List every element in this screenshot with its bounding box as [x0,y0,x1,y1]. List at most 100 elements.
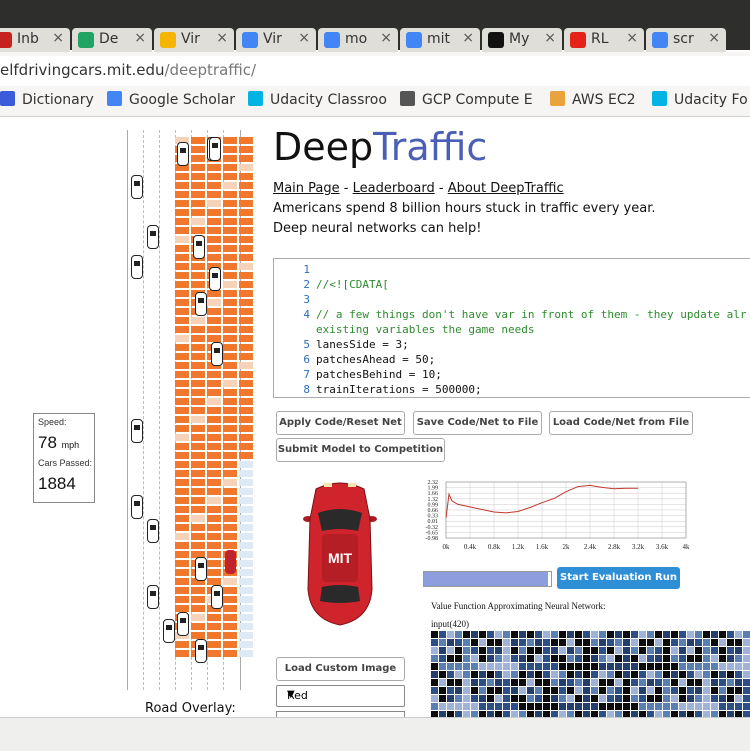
patch-cell [175,479,189,486]
code-line[interactable]: patchesAhead = 50; [316,353,435,366]
nn-neuron [471,703,478,710]
url-text[interactable]: elfdrivingcars.mit.edu/deeptraffic/ [0,61,256,79]
nn-neuron [727,679,734,686]
leaderboard-link[interactable]: Leaderboard [353,181,435,196]
car-image: MIT [303,482,377,626]
traffic-car [131,495,143,519]
patch-cell [175,362,189,369]
apply-code-button[interactable]: Apply Code/Reset Net [276,411,405,435]
browser-tab[interactable]: scr × [646,28,726,52]
patch-cell [175,182,189,189]
patch-cell [223,317,237,324]
nn-neuron [479,703,486,710]
browser-tab[interactable]: Inb × [0,28,70,52]
close-icon[interactable]: × [708,30,720,46]
nn-neuron [631,655,638,662]
nn-neuron [663,703,670,710]
code-line[interactable]: trainIterations = 500000; [316,383,482,396]
nn-neuron [735,671,742,678]
y-tick-label: -0.98 [426,536,439,542]
patch-cell [191,272,205,279]
code-line[interactable]: lanesSide = 3; [316,338,409,351]
code-line[interactable]: existing variables the game needs [316,323,535,336]
nn-neuron [631,695,638,702]
close-icon[interactable]: × [544,30,556,46]
nn-neuron [487,663,494,670]
patch-cell [175,344,189,351]
close-icon[interactable]: × [626,30,638,46]
nn-neuron [543,671,550,678]
nn-neuron [719,655,726,662]
about-link[interactable]: About DeepTraffic [448,181,564,196]
tab-title: Inb [17,31,39,47]
browser-tab[interactable]: My × [482,28,562,52]
close-icon[interactable]: × [380,30,392,46]
browser-tab[interactable]: mit × [400,28,480,52]
nn-neuron [479,655,486,662]
code-editor[interactable]: 1 2 //<![CDATA[3 4 // a few things don't hav… [273,258,750,398]
nn-neuron [495,631,502,638]
bookmark-item[interactable]: GCP Compute E [400,91,533,108]
patch-cell [175,218,189,225]
url-field[interactable]: elfdrivingcars.mit.edu/deeptraffic/ [0,56,750,86]
browser-tab[interactable]: Vir × [236,28,316,52]
load-code-button[interactable]: Load Code/Net from File [549,411,693,435]
google-search-icon [324,32,340,48]
bookmark-item[interactable]: Udacity Classroo [248,91,387,108]
nn-neuron [583,631,590,638]
nn-neuron [663,679,670,686]
close-icon[interactable]: × [52,30,64,46]
bookmark-item[interactable]: Udacity Fo [652,91,748,108]
patch-cell [239,245,253,252]
browser-tab[interactable]: mo × [318,28,398,52]
nn-neuron [631,663,638,670]
start-evaluation-button[interactable]: Start Evaluation Run [557,567,680,589]
patch-cell [223,146,237,153]
save-code-button[interactable]: Save Code/Net to File [413,411,542,435]
nn-neuron [583,671,590,678]
patch-cell [239,587,253,594]
close-icon[interactable]: × [462,30,474,46]
medium-icon [488,32,504,48]
patch-cell [223,236,237,243]
nn-neuron [623,703,630,710]
cars-passed-label: Cars Passed: [38,458,93,468]
bookmark-item[interactable]: AWS EC2 [550,91,636,108]
slides-icon [160,32,176,48]
nn-neuron [615,647,622,654]
car-color-select[interactable]: Red ▼ [276,685,405,707]
nn-neuron [535,687,542,694]
speed-unit: mph [61,440,80,450]
code-line[interactable]: // a few things don't have var in front … [316,308,746,321]
traffic-car [209,267,221,291]
nn-neuron [615,671,622,678]
nn-neuron [463,663,470,670]
patch-cell [223,182,237,189]
traffic-car [177,142,189,166]
nn-neuron [431,687,438,694]
close-icon[interactable]: × [298,30,310,46]
nn-neuron [663,655,670,662]
browser-tab[interactable]: RL × [564,28,644,52]
patch-cell [191,281,205,288]
browser-tab-bar: Inb × De × Vir × Vir × mo × mit × My × RL × scr × [0,0,750,52]
nn-neuron [575,679,582,686]
close-icon[interactable]: × [134,30,146,46]
browser-tab[interactable]: De × [72,28,152,52]
patch-cell [175,560,189,567]
patch-cell [175,191,189,198]
nn-neuron [599,639,606,646]
code-line[interactable]: //<![CDATA[ [316,278,389,291]
bookmark-item[interactable]: Dictionary [0,91,94,108]
submit-model-button[interactable]: Submit Model to Competition [276,438,445,462]
nn-neuron [575,631,582,638]
url-host: elfdrivingcars.mit.edu [0,61,165,79]
nn-neuron [431,655,438,662]
load-custom-image-button[interactable]: Load Custom Image [276,657,405,681]
x-tick-label: 4k [683,543,691,551]
main-page-link[interactable]: Main Page [273,181,340,196]
close-icon[interactable]: × [216,30,228,46]
code-line[interactable]: patchesBehind = 10; [316,368,442,381]
browser-tab[interactable]: Vir × [154,28,234,52]
bookmark-item[interactable]: Google Scholar [107,91,235,108]
